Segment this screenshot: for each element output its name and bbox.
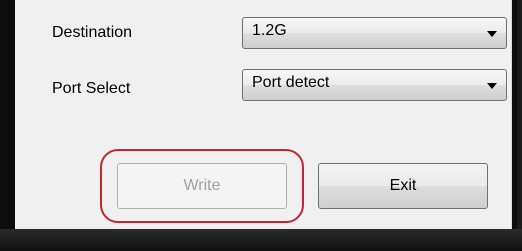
port-select-label: Port Select [52,80,131,97]
chevron-down-icon [487,31,497,37]
write-button-highlight [100,149,304,223]
destination-label: Destination [52,24,133,41]
window-bottom-edge [0,229,522,251]
destination-dropdown[interactable]: 1.2G [242,17,507,49]
destination-selected-value: 1.2G [252,22,287,39]
port-select-dropdown[interactable]: Port detect [242,69,507,101]
exit-button[interactable]: Exit [318,163,488,209]
chevron-down-icon [487,83,497,89]
window-edge [517,0,522,251]
dialog-window-frame: Destination 1.2G Port Select Port detect… [0,0,522,251]
port-select-selected-value: Port detect [252,74,330,91]
